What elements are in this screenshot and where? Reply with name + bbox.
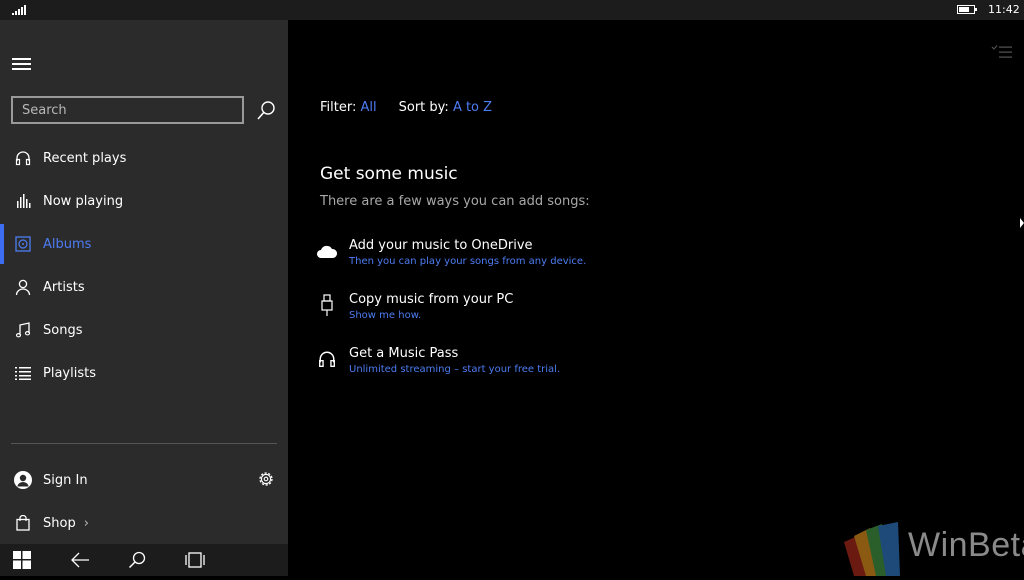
sidebar-item-label: Shop [43, 515, 76, 531]
sidebar-item-label: Albums [43, 236, 92, 252]
cloud-icon [316, 240, 338, 262]
task-view-icon[interactable] [185, 551, 205, 569]
option-title: Copy music from your PC [349, 292, 514, 307]
hamburger-icon[interactable] [12, 58, 31, 70]
person-icon [13, 277, 33, 297]
copy-from-pc-option[interactable]: Copy music from your PC Show me how. [316, 292, 716, 332]
music-pass-option[interactable]: Get a Music Pass Unlimited streaming – s… [316, 346, 716, 386]
windows-start-icon[interactable] [13, 551, 33, 569]
onedrive-option[interactable]: Add your music to OneDrive Then you can … [316, 238, 716, 278]
avatar-icon [13, 470, 33, 490]
active-indicator [0, 224, 4, 264]
filter-sort-bar: Filter: All Sort by: A to Z [320, 100, 492, 115]
headphones-icon [13, 148, 33, 168]
filter-label: Filter: [320, 100, 357, 115]
option-link[interactable]: Then you can play your songs from any de… [349, 256, 586, 267]
filter-control: Filter: All [320, 100, 377, 115]
search-field [11, 96, 244, 124]
main-content: Filter: All Sort by: A to Z Get some mus… [288, 20, 1024, 576]
sort-label: Sort by: [398, 100, 449, 115]
option-title: Get a Music Pass [349, 346, 459, 361]
sidebar-item-playlists[interactable]: Playlists [0, 353, 288, 393]
sidebar-item-label: Artists [43, 279, 85, 295]
sign-in-button[interactable]: Sign In [0, 460, 240, 500]
sidebar-item-songs[interactable]: Songs [0, 310, 288, 350]
option-link[interactable]: Unlimited streaming – start your free tr… [349, 364, 560, 375]
chevron-right-icon: › [83, 515, 89, 531]
signal-icon [12, 5, 26, 15]
search-icon[interactable] [256, 100, 276, 122]
sidebar-divider [11, 443, 277, 444]
sort-dropdown[interactable]: A to Z [453, 100, 492, 115]
taskbar [0, 544, 288, 576]
sidebar-item-label: Now playing [43, 193, 124, 209]
usb-icon [316, 294, 338, 316]
page-subheading: There are a few ways you can add songs: [320, 194, 590, 209]
winbeta-logo-icon [844, 522, 900, 576]
headphones-icon [316, 348, 338, 370]
sidebar-item-now-playing[interactable]: Now playing [0, 181, 288, 221]
search-icon[interactable] [128, 551, 148, 569]
option-title: Add your music to OneDrive [349, 238, 533, 253]
playlist-icon [13, 363, 33, 383]
watermark: WinBeta [836, 520, 1024, 576]
sidebar: Recent plays Now playing Albums Artists … [0, 20, 288, 544]
watermark-text: WinBeta [908, 526, 1024, 564]
filter-dropdown[interactable]: All [361, 100, 377, 115]
page-heading: Get some music [320, 164, 458, 184]
battery-icon [957, 5, 977, 14]
clock: 11:42 [988, 3, 1020, 16]
sidebar-item-label: Playlists [43, 365, 96, 381]
back-arrow-icon[interactable] [70, 551, 90, 569]
sidebar-item-recent-plays[interactable]: Recent plays [0, 138, 288, 178]
scroll-indicator [1020, 218, 1024, 228]
music-note-icon [13, 320, 33, 340]
sidebar-item-label: Recent plays [43, 150, 127, 166]
sidebar-item-label: Songs [43, 322, 83, 338]
sidebar-item-albums[interactable]: Albums [0, 224, 288, 264]
sidebar-item-artists[interactable]: Artists [0, 267, 288, 307]
search-input[interactable] [13, 98, 242, 122]
gear-icon[interactable] [257, 470, 275, 488]
sign-in-label: Sign In [43, 472, 88, 488]
shopping-bag-icon [13, 513, 33, 533]
status-bar: 11:42 [0, 0, 1024, 20]
option-link[interactable]: Show me how. [349, 310, 421, 321]
equalizer-icon [13, 191, 33, 211]
multi-select-icon[interactable] [991, 44, 1013, 58]
album-icon [13, 234, 33, 254]
sidebar-item-shop[interactable]: Shop › [0, 503, 288, 543]
sort-control: Sort by: A to Z [399, 100, 492, 115]
